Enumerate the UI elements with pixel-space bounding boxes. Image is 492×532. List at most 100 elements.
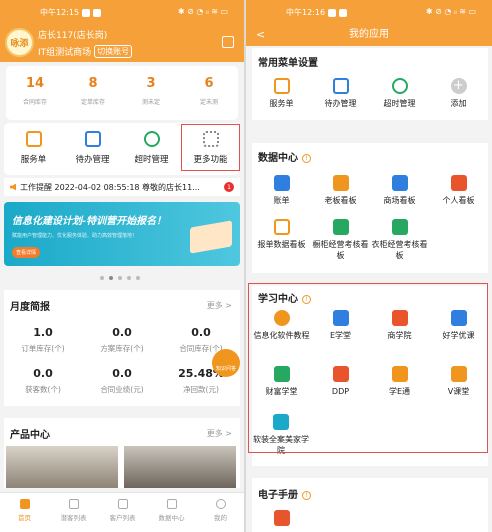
monthly-metric: 0.0 获客数(个) xyxy=(4,367,82,395)
app-label: 老板看板 xyxy=(324,196,357,205)
metric-label: 净回款(元) xyxy=(183,385,219,394)
common-menu-section: 常用菜单设置 服务单 待办管理 超时管理 + 添加 xyxy=(252,48,488,120)
app-label: 个人看板 xyxy=(442,196,475,205)
brand-logo: 咏添 xyxy=(5,28,34,57)
status-indicators: ✱ ⊘ ◔ ᵢₗ ≋ ▭ xyxy=(425,7,476,16)
metric-value: 0.0 xyxy=(112,326,132,339)
alarm-clock-icon xyxy=(143,131,160,147)
app-todo[interactable]: 待办管理 xyxy=(311,78,370,109)
notice-badge: 1 xyxy=(224,182,234,192)
back-button[interactable]: < xyxy=(256,24,265,46)
status-bar: 中午12:15 ✱ ⊘ ◔ ᵢₗ ≋ ▭ xyxy=(0,0,244,24)
status-time: 中午12:16 xyxy=(286,8,326,17)
stat-measured-unordered[interactable]: 3 测未定 xyxy=(122,66,180,106)
personal-board-icon xyxy=(450,175,467,191)
data-center-section: 数据中心! 账单 老板看板 商场看板 个人看板 报单数据看板 橱柜经营考核看板 … xyxy=(252,143,488,273)
app-notification-icon xyxy=(328,8,337,17)
app-bill[interactable]: 账单 xyxy=(252,175,311,206)
stat-value: 14 xyxy=(25,76,45,91)
app-report-board[interactable]: 报单数据看板 xyxy=(252,219,311,250)
promo-banner[interactable]: 信息化建设计划-特训营开始报名！ 赋能用户管理能力、优化服务体验、助力高效管理落… xyxy=(4,202,240,266)
work-reminder-bar[interactable]: 工作提醒 2022-04-02 08:55:18 尊敬的店长11... 1 xyxy=(4,178,240,196)
knowledge-qa-button[interactable]: 知识问答 xyxy=(212,349,240,377)
ebook-icon xyxy=(273,510,290,526)
user-header: 咏添 店长117(店长岗) IT组测试商场 切换账号 xyxy=(0,24,244,62)
tab-prospects[interactable]: 潜客列表 xyxy=(49,493,98,522)
wardrobe-board-icon xyxy=(391,219,408,235)
product-image[interactable] xyxy=(124,446,236,488)
section-title-text: 电子手册 xyxy=(258,490,298,501)
tab-label: 首页 xyxy=(18,514,31,522)
carousel-dot xyxy=(109,276,113,280)
scan-icon[interactable] xyxy=(222,36,234,48)
app-mall-board[interactable]: 商场看板 xyxy=(370,175,429,206)
app-label: 商场看板 xyxy=(383,196,416,205)
monthly-more-link[interactable]: 更多 > xyxy=(207,300,232,311)
carousel-dots xyxy=(100,276,140,280)
metric-label: 合同业绩(元) xyxy=(100,385,144,394)
cabinet-board-icon xyxy=(332,219,349,235)
app-label: 待办管理 xyxy=(324,99,357,108)
switch-account-button[interactable]: 切换账号 xyxy=(94,45,133,58)
tab-profile[interactable]: 我的 xyxy=(196,493,244,522)
app-ebook[interactable] xyxy=(252,510,311,526)
stat-order-stock[interactable]: 8 定单库存 xyxy=(64,66,122,106)
bill-icon xyxy=(273,175,290,191)
user-name: 店长117(店长岗) xyxy=(38,31,108,41)
app-notification-icon xyxy=(82,8,91,17)
monthly-report: 月度简报 更多 > 1.0 订单库存(个) 0.0 方案库存(个) 0.0 合同库存(… xyxy=(4,290,240,406)
metric-value: 1.0 xyxy=(33,326,53,339)
section-title: 电子手册! xyxy=(258,486,311,501)
monthly-metric: 1.0 订单库存(个) xyxy=(4,326,82,354)
service-order-button[interactable]: 服务单 xyxy=(4,123,63,175)
notice-text: 工作提醒 2022-04-02 08:55:18 尊敬的店长11... xyxy=(20,182,200,192)
stat-ordered-unmeasured[interactable]: 6 定未测 xyxy=(180,66,238,106)
metric-value: 0.0 xyxy=(112,367,132,380)
chart-icon xyxy=(166,499,177,509)
customers-icon xyxy=(117,499,128,509)
metric-label: 方案库存(个) xyxy=(100,344,144,353)
info-icon[interactable]: ! xyxy=(302,490,311,500)
clipboard-icon xyxy=(25,131,42,147)
monthly-metric: 0.0 方案库存(个) xyxy=(83,326,161,354)
nav-bar: < 我的应用 xyxy=(246,24,492,46)
quick-label: 超时管理 xyxy=(134,155,169,165)
app-personal-board[interactable]: 个人看板 xyxy=(429,175,488,206)
banner-detail-button[interactable]: 查看详情 xyxy=(12,247,41,258)
metric-label: 订单库存(个) xyxy=(21,344,65,353)
carousel-dot xyxy=(100,276,104,280)
stat-contract-stock[interactable]: 14 合同库存 xyxy=(6,66,64,106)
banner-title: 信息化建设计划-特训营开始报名！ xyxy=(12,216,167,227)
info-icon[interactable]: ! xyxy=(302,153,311,163)
todo-button[interactable]: 待办管理 xyxy=(63,123,122,175)
timeout-button[interactable]: 超时管理 xyxy=(122,123,181,175)
tab-customers[interactable]: 客户列表 xyxy=(98,493,147,522)
app-service-order[interactable]: 服务单 xyxy=(252,78,311,109)
stat-label: 定单库存 xyxy=(80,99,105,106)
clipboard-icon xyxy=(273,78,290,94)
metric-value: 0.0 xyxy=(191,326,211,339)
metric-value: 0.0 xyxy=(33,367,53,380)
carousel-dot xyxy=(118,276,122,280)
tiktok-icon xyxy=(93,8,102,17)
app-wardrobe-board[interactable]: 衣柜经营考核看板 xyxy=(370,219,429,261)
app-boss-board[interactable]: 老板看板 xyxy=(311,175,370,206)
status-time: 中午12:15 xyxy=(40,8,80,17)
speaker-icon xyxy=(10,183,16,191)
add-icon: + xyxy=(450,78,467,94)
product-title: 产品中心 xyxy=(10,430,50,441)
app-cabinet-board[interactable]: 橱柜经营考核看板 xyxy=(311,219,370,261)
app-label: 添加 xyxy=(450,99,467,108)
carousel-dot xyxy=(136,276,140,280)
tab-data-center[interactable]: 数据中心 xyxy=(147,493,196,522)
app-label: 橱柜经营考核看板 xyxy=(312,240,369,260)
home-screen: 中午12:15 ✱ ⊘ ◔ ᵢₗ ≋ ▭ 咏添 店长117(店长岗) IT组测试… xyxy=(0,0,244,532)
product-more-link[interactable]: 更多 > xyxy=(207,428,232,439)
product-image[interactable] xyxy=(6,446,118,488)
stats-card: 14 合同库存 8 定单库存 3 测未定 6 定未测 xyxy=(6,66,238,120)
home-icon xyxy=(19,499,30,509)
tab-label: 数据中心 xyxy=(158,514,185,522)
tab-home[interactable]: 首页 xyxy=(0,493,49,522)
app-add[interactable]: + 添加 xyxy=(429,78,488,109)
app-timeout[interactable]: 超时管理 xyxy=(370,78,429,109)
